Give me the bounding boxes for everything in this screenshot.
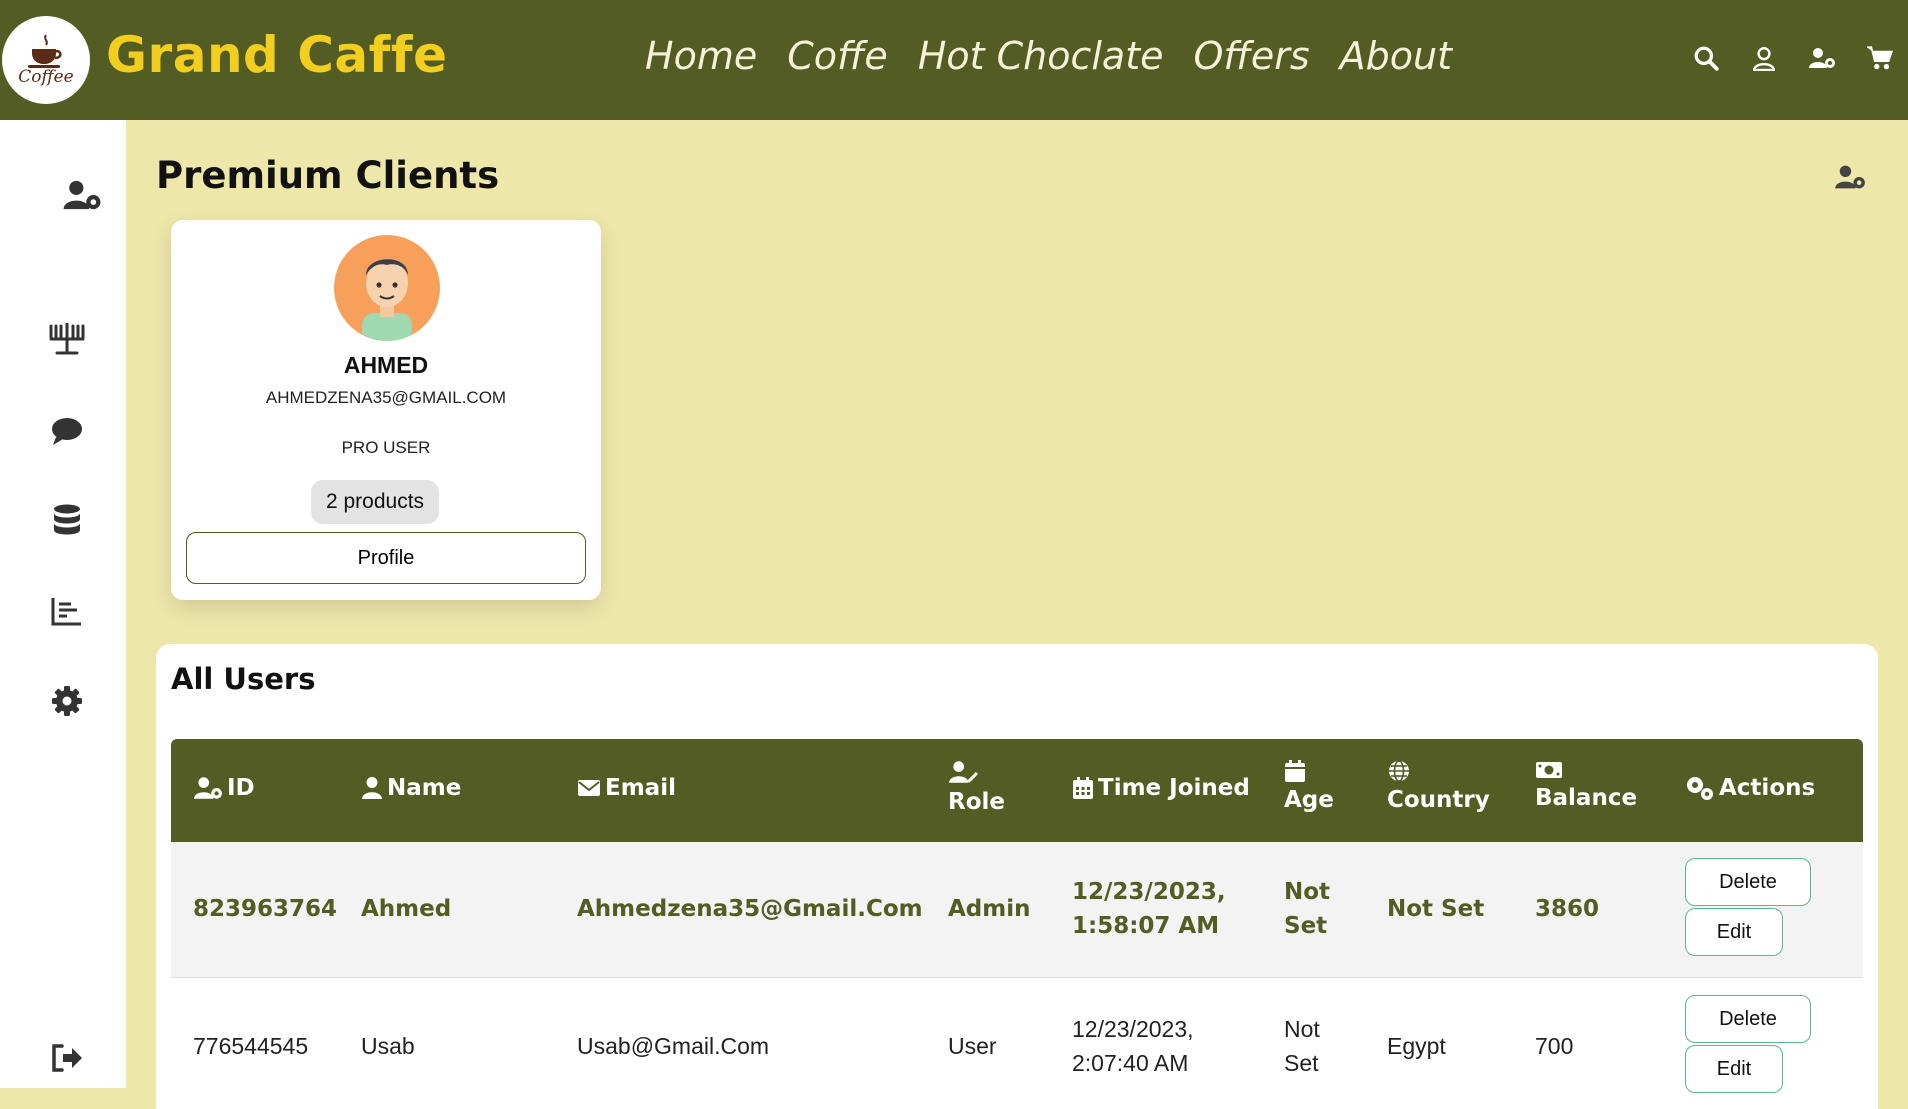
user-icon[interactable] <box>1750 44 1778 72</box>
cell-role: Admin <box>948 896 1031 922</box>
logout-icon[interactable] <box>47 1038 87 1078</box>
col-balance: Balance <box>1535 759 1637 811</box>
gear-icon[interactable] <box>47 681 87 721</box>
edit-button[interactable]: Edit <box>1685 908 1783 956</box>
nav-hot-choclate[interactable]: Hot Choclate <box>918 34 1164 78</box>
cell-role: User <box>948 1033 997 1059</box>
cell-age: Not Set <box>1284 879 1331 939</box>
nav-offers[interactable]: Offers <box>1194 34 1310 78</box>
nav-about[interactable]: About <box>1340 34 1452 78</box>
user-gear-icon <box>194 777 222 799</box>
col-email: Email <box>577 775 676 801</box>
col-country: Country <box>1387 759 1490 813</box>
cell-country: Egypt <box>1387 1033 1446 1059</box>
sidebar <box>0 120 126 1088</box>
profile-button[interactable]: Profile <box>186 532 586 584</box>
user-edit-icon <box>949 761 978 783</box>
cell-age: Not Set <box>1284 1016 1320 1076</box>
col-id: ID <box>193 775 255 801</box>
col-role: Role <box>948 759 1005 815</box>
header-icons <box>1692 44 1894 72</box>
users-title: All Users <box>171 662 316 696</box>
products-badge: 2 products <box>311 480 439 524</box>
comment-icon[interactable] <box>47 411 87 451</box>
search-icon[interactable] <box>1692 44 1720 72</box>
client-card: AHMED AHMEDZENA35@GMAIL.COM PRO USER 2 p… <box>171 220 601 600</box>
database-icon[interactable] <box>47 501 87 541</box>
users-table-header: ID Name Email Role Time Joined Age Count… <box>171 739 1863 842</box>
cell-name: Usab <box>361 1033 415 1059</box>
user-icon <box>362 777 382 799</box>
page-title: Premium Clients <box>156 154 500 197</box>
coffee-cup-icon <box>28 34 62 68</box>
cell-id: 823963764 <box>193 896 338 922</box>
avatar <box>334 235 440 341</box>
nav-home[interactable]: Home <box>645 34 757 78</box>
cart-icon[interactable] <box>1866 44 1894 72</box>
menorah-icon[interactable] <box>47 320 87 360</box>
client-role: PRO USER <box>341 438 431 457</box>
col-time-joined: Time Joined <box>1072 775 1250 801</box>
table-row: 823963764 Ahmed Ahmedzena35@Gmail.Com Ad… <box>171 842 1863 978</box>
edit-button[interactable]: Edit <box>1685 1045 1783 1093</box>
cell-balance: 3860 <box>1535 896 1600 922</box>
logo[interactable]: Coffee <box>2 16 90 104</box>
money-bill-icon <box>1536 762 1562 778</box>
nav-coffe[interactable]: Coffe <box>787 34 888 78</box>
col-actions: Actions <box>1685 775 1815 801</box>
brand-name[interactable]: Grand Caffe <box>106 26 448 84</box>
gears-icon <box>1687 777 1713 800</box>
delete-button[interactable]: Delete <box>1685 995 1811 1043</box>
calendar-icon <box>1073 777 1093 799</box>
globe-icon <box>1389 760 1409 782</box>
all-users-panel: All Users ID Name Email Role Time Joined… <box>156 644 1878 1109</box>
cell-email: Ahmedzena35@Gmail.Com <box>577 896 923 922</box>
cell-time-joined: 12/23/2023, 1:58:07 AM <box>1072 879 1226 939</box>
cell-email: Usab@Gmail.Com <box>577 1033 770 1059</box>
cell-balance: 700 <box>1535 1033 1574 1059</box>
user-gear-icon[interactable] <box>62 175 102 215</box>
cell-country: Not Set <box>1387 896 1485 922</box>
top-navbar: Coffee Grand Caffe Home Coffe Hot Chocla… <box>0 0 1908 120</box>
client-email: AHMEDZENA35@GMAIL.COM <box>265 388 507 407</box>
cell-time-joined: 12/23/2023, 2:07:40 AM <box>1072 1016 1194 1076</box>
envelope-icon <box>578 780 600 796</box>
chart-bar-icon[interactable] <box>47 591 87 631</box>
cell-id: 776544545 <box>193 1033 309 1059</box>
delete-button[interactable]: Delete <box>1685 858 1811 906</box>
client-name: AHMED <box>343 352 429 378</box>
col-age: Age <box>1284 759 1334 813</box>
user-gear-icon[interactable] <box>1834 163 1866 196</box>
cell-name: Ahmed <box>361 896 452 922</box>
table-row: 776544545 Usab Usab@Gmail.Com User 12/23… <box>171 979 1863 1109</box>
main-nav: Home Coffe Hot Choclate Offers About <box>645 34 1452 78</box>
logo-text: Coffee <box>18 67 74 87</box>
user-gear-icon[interactable] <box>1808 44 1836 72</box>
calendar-icon <box>1285 760 1305 782</box>
col-name: Name <box>361 775 461 801</box>
